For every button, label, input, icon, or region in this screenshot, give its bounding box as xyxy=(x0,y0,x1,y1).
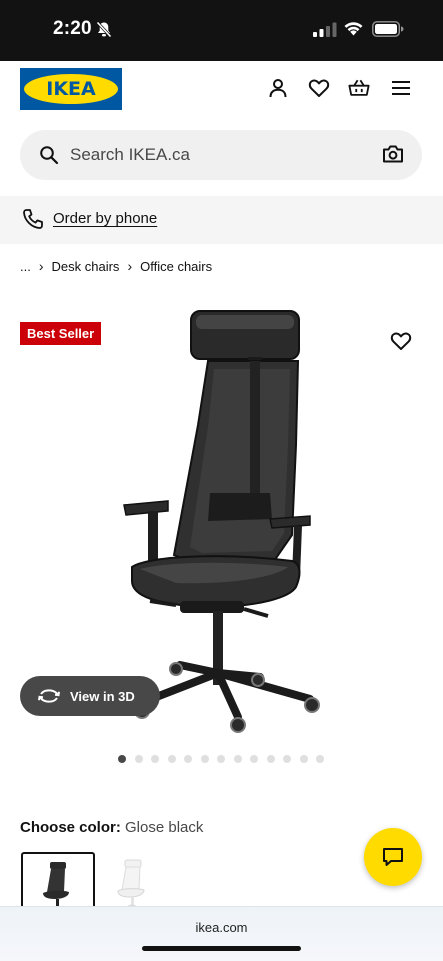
heart-icon[interactable] xyxy=(308,77,330,99)
profile-icon[interactable] xyxy=(267,77,289,99)
chat-icon xyxy=(383,848,403,866)
search-input[interactable] xyxy=(70,142,360,168)
breadcrumb-ellipsis[interactable]: ... xyxy=(20,259,31,274)
logo-oval: IKEA xyxy=(24,74,118,104)
logo-text: IKEA xyxy=(46,78,96,100)
carousel-dot[interactable] xyxy=(299,755,308,763)
color-swatch-white[interactable] xyxy=(98,852,168,912)
order-by-phone-link[interactable]: Order by phone xyxy=(53,210,157,227)
phone-icon xyxy=(23,209,43,229)
status-time: 2:20 xyxy=(53,18,92,39)
camera-icon[interactable] xyxy=(382,144,404,164)
status-bar: 2:20 xyxy=(0,0,443,61)
image-carousel-indicator xyxy=(118,755,333,763)
chair-thumbnail-white xyxy=(117,859,145,912)
search-icon xyxy=(40,146,59,165)
wifi-icon xyxy=(344,22,363,36)
selected-color-value: Glose black xyxy=(125,819,204,836)
best-seller-badge: Best Seller xyxy=(20,322,102,345)
choose-color-row: Choose color: Glose black xyxy=(20,819,203,836)
url-text: ikea.com xyxy=(195,920,248,935)
breadcrumb-office-chairs[interactable]: Office chairs xyxy=(140,259,212,274)
battery-icon xyxy=(372,21,404,37)
add-to-favorites-icon[interactable] xyxy=(390,331,412,351)
bell-slash-icon xyxy=(96,21,112,38)
choose-color-label: Choose color: xyxy=(20,819,121,836)
view-in-3d-label: View in 3D xyxy=(70,688,135,704)
home-indicator xyxy=(142,946,301,951)
carousel-dot[interactable] xyxy=(167,755,176,763)
carousel-dot[interactable] xyxy=(118,755,126,763)
order-by-phone-bar: Order by phone xyxy=(0,196,443,244)
chat-button[interactable] xyxy=(364,828,422,886)
carousel-dot[interactable] xyxy=(151,755,159,763)
cellular-signal-icon xyxy=(313,22,337,37)
view-in-3d-button[interactable]: View in 3D xyxy=(20,676,160,716)
carousel-dot[interactable] xyxy=(184,755,192,763)
rotate-3d-icon xyxy=(38,689,60,703)
carousel-dot[interactable] xyxy=(134,755,143,763)
chair-thumbnail-black xyxy=(43,862,70,914)
carousel-dot[interactable] xyxy=(266,755,275,763)
carousel-dot[interactable] xyxy=(200,755,209,763)
carousel-dot[interactable] xyxy=(233,755,242,763)
carousel-dot[interactable] xyxy=(283,755,291,763)
browser-url-bar[interactable]: ikea.com xyxy=(0,906,443,961)
carousel-dot[interactable] xyxy=(250,755,258,763)
ikea-logo[interactable]: IKEA xyxy=(20,68,122,110)
chevron-right-icon: › xyxy=(38,258,44,274)
product-image-chair[interactable] xyxy=(110,305,330,735)
search-bar[interactable] xyxy=(20,130,422,180)
site-header: IKEA xyxy=(0,61,443,125)
chevron-right-icon: › xyxy=(127,258,133,274)
carousel-dot[interactable] xyxy=(316,755,324,763)
carousel-dot[interactable] xyxy=(217,755,225,763)
menu-icon[interactable] xyxy=(390,77,412,99)
breadcrumb-desk-chairs[interactable]: Desk chairs xyxy=(52,259,120,274)
basket-icon[interactable] xyxy=(348,77,370,99)
breadcrumb: ... › Desk chairs › Office chairs xyxy=(20,258,212,274)
